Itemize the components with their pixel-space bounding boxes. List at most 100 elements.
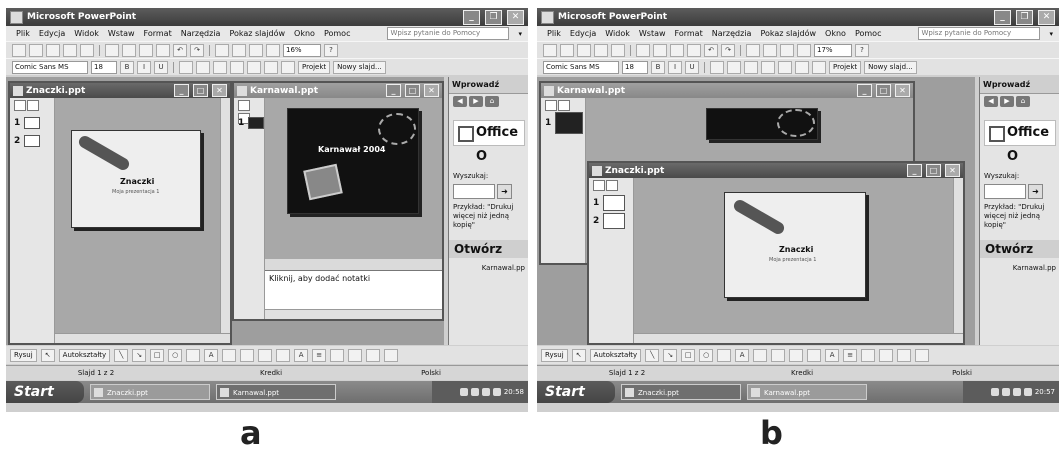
indent-icon[interactable] [812,60,826,74]
align-right-icon[interactable] [744,60,758,74]
zoom-select[interactable]: 17% [814,43,852,57]
nowy-slajd-button[interactable]: Nowy slajd... [333,60,386,74]
maximize-button[interactable]: □ [876,84,891,97]
line-color-icon[interactable] [276,348,291,362]
menu-plik[interactable]: Plik [547,29,561,38]
font-size-select[interactable]: 18 [91,60,117,74]
underline-button[interactable]: U [154,60,168,74]
thumbnail-slide-2[interactable]: 2 [10,132,54,150]
arrow-style-icon[interactable] [348,348,363,362]
search-go-button[interactable]: ➜ [1028,184,1043,199]
clipart-icon[interactable] [753,348,768,362]
forward-icon[interactable]: ▶ [1000,96,1014,107]
menu-okno[interactable]: Okno [294,29,315,38]
bold-button[interactable]: B [120,60,134,74]
minimize-button[interactable]: _ [857,84,872,97]
menu-pokaz-slajdow[interactable]: Pokaz slajdów [760,29,816,38]
vertical-scrollbar[interactable] [220,98,230,333]
print-icon[interactable] [594,43,608,57]
picture-icon[interactable] [240,348,255,362]
wordart-icon[interactable]: A [204,348,219,362]
font-color-icon[interactable]: A [294,348,309,362]
close-button[interactable]: ✕ [507,9,524,25]
numbering-icon[interactable] [230,60,244,74]
taskbar-item-znaczki[interactable]: Znaczki.ppt [621,384,741,400]
dash-style-icon[interactable] [861,348,876,362]
menu-widok[interactable]: Widok [605,29,630,38]
close-button[interactable]: ✕ [424,84,439,97]
open-icon[interactable] [560,43,574,57]
new-icon[interactable] [12,43,26,57]
bullets-icon[interactable] [778,60,792,74]
projekt-button[interactable]: Projekt [298,60,331,74]
spelling-icon[interactable] [636,43,650,57]
back-icon[interactable]: ◀ [984,96,998,107]
open-icon[interactable] [29,43,43,57]
bullets-icon[interactable] [247,60,261,74]
arrow-icon[interactable]: ↘ [663,348,678,362]
projekt-button[interactable]: Projekt [829,60,862,74]
minimize-button[interactable]: _ [386,84,401,97]
recent-file-link[interactable]: Karnawal.pp [980,264,1059,272]
autoksztalty-menu[interactable]: Autokształty [58,348,111,362]
horizontal-scrollbar[interactable] [265,309,442,319]
cut-icon[interactable] [653,43,667,57]
minimize-button[interactable]: _ [463,9,480,25]
oval-icon[interactable]: ○ [168,348,183,362]
help-search-input[interactable]: Wpisz pytanie do Pomocy [918,27,1041,40]
restore-button[interactable]: ❐ [485,9,502,25]
line-icon[interactable]: ╲ [645,348,660,362]
tray-icon[interactable] [1012,388,1021,396]
menu-pomoc[interactable]: Pomoc [855,29,882,38]
horizontal-scrollbar[interactable] [634,333,963,343]
align-center-icon[interactable] [196,60,210,74]
help-icon[interactable]: ? [855,43,869,57]
select-arrow-icon[interactable]: ↖ [571,348,586,362]
slide-thumb[interactable] [603,213,626,229]
minimize-button[interactable]: _ [174,84,189,97]
grid-icon[interactable] [780,43,794,57]
search-input[interactable] [453,184,495,199]
menu-wstaw[interactable]: Wstaw [639,29,666,38]
forward-icon[interactable]: ▶ [469,96,483,107]
home-icon[interactable]: ⌂ [485,96,499,107]
menu-narzedzia[interactable]: Narzędzia [712,29,752,38]
slide-canvas[interactable]: Znaczki Moja prezentacja 1 [724,192,866,298]
minimize-button[interactable]: _ [994,9,1011,25]
task-pane-header[interactable]: Wprowadź [980,77,1059,94]
underline-button[interactable]: U [685,60,699,74]
font-color-icon[interactable]: A [825,348,840,362]
italic-button[interactable]: I [668,60,682,74]
align-left-icon[interactable] [710,60,724,74]
slide-thumb[interactable] [24,135,41,147]
slide-editing-area[interactable]: Znaczki Moja prezentacja 1 [55,98,230,343]
outline-slides-tabs[interactable] [10,98,54,114]
redo-icon[interactable]: ↷ [721,43,735,57]
rysuj-menu[interactable]: Rysuj [541,348,568,362]
thumbnail-slide-1[interactable]: 1 [541,112,585,134]
close-button[interactable]: ✕ [895,84,910,97]
arrow-style-icon[interactable] [879,348,894,362]
maximize-button[interactable]: □ [926,164,941,177]
horizontal-scrollbar[interactable] [55,333,230,343]
search-input[interactable] [984,184,1026,199]
menu-widok[interactable]: Widok [74,29,99,38]
thumbnail-slide-1[interactable]: 1 [10,114,54,132]
close-button[interactable]: ✕ [945,164,960,177]
align-right-icon[interactable] [213,60,227,74]
select-arrow-icon[interactable]: ↖ [40,348,55,362]
numbering-icon[interactable] [761,60,775,74]
line-icon[interactable]: ╲ [114,348,129,362]
color-icon[interactable] [797,43,811,57]
slide-thumb[interactable] [24,117,41,129]
align-center-icon[interactable] [727,60,741,74]
line-style-icon[interactable]: ≡ [843,348,858,362]
task-pane-header[interactable]: Wprowadź [449,77,528,94]
italic-button[interactable]: I [137,60,151,74]
menu-pomoc[interactable]: Pomoc [324,29,351,38]
tray-icon[interactable] [459,388,468,396]
menu-edycja[interactable]: Edycja [39,29,65,38]
maximize-button[interactable]: □ [405,84,420,97]
karnawal-window[interactable]: Karnawal.ppt _ □ ✕ 1 Karnawał 2004 Klikn… [232,81,444,321]
arrow-icon[interactable]: ↘ [132,348,147,362]
